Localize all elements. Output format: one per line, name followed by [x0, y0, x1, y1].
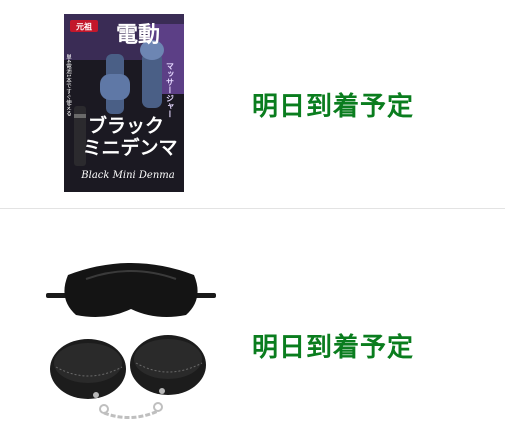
list-item[interactable]: 元祖 単4電池1本ですぐ使える 電動 マッサージャー ブラック ミニデンマ Bl…	[0, 0, 505, 208]
package-subhead-text: マッサージャー	[166, 62, 175, 118]
list-item[interactable]: 明日到着予定	[0, 209, 505, 440]
delivery-estimate: 明日到着予定	[252, 333, 415, 363]
product-thumbnail-blindfold-cuffs[interactable]	[46, 257, 216, 429]
package-title-line1: ブラック	[88, 114, 164, 137]
package-script-title: Black Mini Denma	[80, 170, 174, 181]
package-title-line2: ミニデンマ	[82, 136, 177, 159]
product-list: 元祖 単4電池1本ですぐ使える 電動 マッサージャー ブラック ミニデンマ Bl…	[0, 0, 505, 440]
package-headline-text: 電動	[116, 23, 160, 48]
product-thumbnail-massager[interactable]: 元祖 単4電池1本ですぐ使える 電動 マッサージャー ブラック ミニデンマ Bl…	[64, 14, 184, 192]
delivery-estimate: 明日到着予定	[252, 92, 415, 122]
package-badge-text: 元祖	[76, 22, 92, 32]
package-caption-text: 単4電池1本ですぐ使える	[65, 53, 72, 116]
